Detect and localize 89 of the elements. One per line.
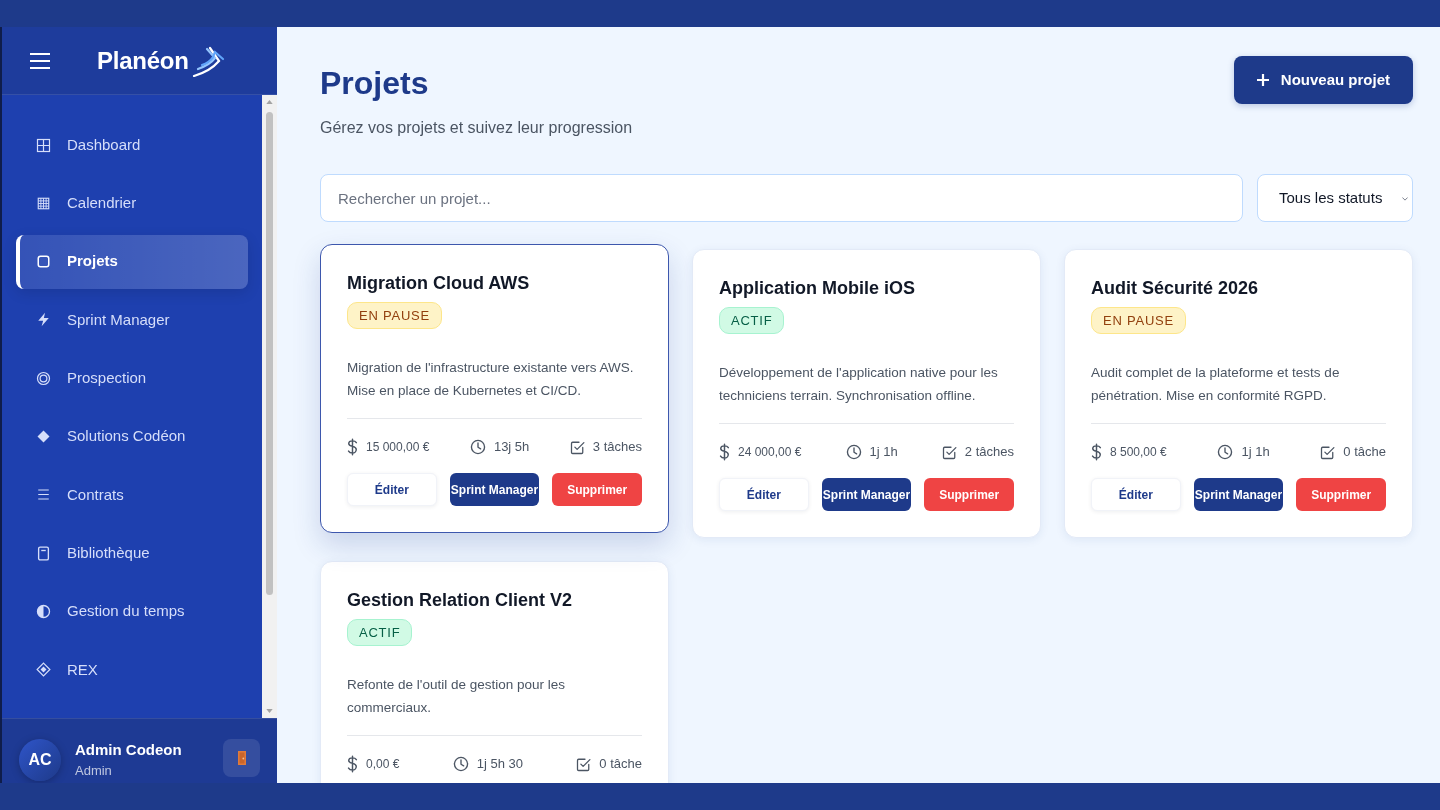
edit-button[interactable]: Éditer (1091, 478, 1181, 511)
project-card[interactable]: Gestion Relation Client V2 ACTIF Refonte de l'outil de gestion pour les commerciaux. 0,00 € 1j 5h 30 0 tâche (320, 561, 669, 783)
status-select[interactable]: Tous les statuts (1257, 174, 1413, 222)
nav-link[interactable]: Bibliothèque (16, 526, 248, 581)
dollar-icon (1091, 443, 1102, 461)
clock-icon (1217, 444, 1234, 460)
status-badge: EN PAUSE (1091, 307, 1187, 334)
checkbox-icon (941, 444, 957, 460)
status-badge: ACTIF (347, 619, 413, 646)
metric-text: 1j 5h 30 (476, 755, 523, 773)
grid-icon (36, 195, 51, 211)
lightning-icon (36, 312, 51, 328)
delete-button[interactable]: Supprimer (1296, 478, 1386, 511)
delete-button[interactable]: Supprimer (924, 478, 1014, 511)
logout-button[interactable] (223, 739, 260, 777)
nav-link[interactable]: REX (16, 642, 248, 697)
checkbox-icon (569, 439, 585, 455)
clock-icon (452, 756, 469, 772)
project-description: Développement de l'application native pour les techniciens terrain. Synchronisation offline. (719, 364, 999, 405)
nav-link[interactable]: Contrats (16, 467, 248, 522)
new-project-button[interactable]: Nouveau projet (1233, 56, 1413, 104)
project-description: Audit complet de la plateforme et tests de pénétration. Mise en conformité RGPD. (1091, 364, 1341, 405)
user-avatar: AC (19, 739, 61, 781)
dollar-icon (719, 443, 730, 461)
user-name: Admin Codeon (75, 740, 183, 760)
clock-icon (845, 444, 862, 460)
dollar-icon (347, 438, 358, 456)
edit-button[interactable]: Éditer (719, 478, 809, 511)
metric-text: 3 tâches (592, 438, 642, 456)
chevrons-icon (190, 44, 225, 77)
square-icon (36, 254, 51, 270)
metric-text: 0 tâche (599, 755, 642, 773)
project-description: Refonte de l'outil de gestion pour les commerciaux. (347, 676, 566, 717)
metric-text: 1j 1h (869, 443, 898, 461)
page-title: Projets (320, 64, 430, 103)
sprint-manager-button[interactable]: Sprint Manager (1193, 478, 1284, 511)
target-icon (36, 370, 51, 386)
list-icon (36, 487, 51, 503)
project-title: Gestion Relation Client V2 (347, 589, 574, 612)
metric-text: 2 tâches (964, 443, 1014, 461)
project-title: Application Mobile iOS (719, 277, 916, 300)
contrast-icon (36, 604, 51, 620)
clock-icon (469, 439, 486, 455)
project-card[interactable]: Migration Cloud AWS EN PAUSE Migration de l'infrastructure existante vers AWS. Mise en place de Kubernetes et CI/CD. 15 000,00 € 13j 5h 3 tâches Éditer Sprint Manager Supprimer (320, 244, 669, 533)
menu-button[interactable] (29, 50, 51, 71)
page-subtitle: Gérez vos projets et suivez leur progression (320, 118, 633, 138)
app-logo-text: Planéon (97, 48, 189, 73)
dollar-icon (347, 755, 358, 773)
squares-icon (36, 137, 51, 153)
metric-text: 24 000,00 € (738, 444, 802, 461)
metric-text: 1j 1h (1241, 443, 1270, 461)
caret-up-icon (266, 100, 273, 104)
metric-text: 0 tâche (1343, 443, 1386, 461)
sprint-manager-button[interactable]: Sprint Manager (821, 478, 912, 511)
status-badge: EN PAUSE (347, 302, 443, 329)
menu-icon (30, 52, 50, 69)
door-icon (237, 751, 246, 765)
checkbox-icon (1320, 444, 1336, 460)
nav-link[interactable]: Prospection (16, 351, 248, 406)
delete-button[interactable]: Supprimer (552, 473, 642, 506)
edit-button[interactable]: Éditer (347, 473, 437, 506)
search-field[interactable]: Rechercher un projet... (320, 174, 1243, 222)
caret-down-icon (266, 709, 273, 713)
metric-text: 13j 5h (493, 438, 530, 456)
nav-link[interactable]: Gestion du temps (16, 584, 248, 639)
project-title: Audit Sécurité 2026 (1091, 277, 1260, 300)
project-title: Migration Cloud AWS (347, 272, 531, 295)
scrollbar-thumb[interactable] (266, 112, 273, 595)
metric-text: 15 000,00 € (366, 439, 430, 456)
user-role: Admin (75, 762, 113, 780)
nav-link[interactable]: Calendrier (16, 176, 248, 231)
sprint-manager-button[interactable]: Sprint Manager (449, 473, 540, 506)
diamond-icon (36, 429, 51, 445)
nested-diamond-icon (36, 662, 51, 678)
metric-text: 8 500,00 € (1110, 444, 1167, 461)
scrollbar[interactable] (262, 95, 277, 718)
project-description: Migration de l'infrastructure existante vers AWS. Mise en place de Kubernetes et CI/CD. (347, 359, 635, 400)
nav-link[interactable]: Dashboard (16, 118, 248, 172)
nav-link[interactable]: Solutions Codéon (16, 409, 248, 464)
project-card[interactable]: Audit Sécurité 2026 EN PAUSE Audit complet de la plateforme et tests de pénétration. Mise en conformité RGPD. 8 500,00 € 1j 1h 0 tâche Éditer Sprint Manager Supprimer (1064, 249, 1413, 538)
status-badge: ACTIF (719, 307, 785, 334)
chevron-down-icon (1402, 197, 1408, 201)
metric-text: 0,00 € (366, 756, 400, 773)
plus-icon (1256, 74, 1269, 86)
project-card[interactable]: Application Mobile iOS ACTIF Développement de l'application native pour les techniciens terrain. Synchronisation offline. 24 000,00 € 1j 1h 2 tâches Éditer Sprint Manager Supprimer (692, 249, 1041, 538)
nav-link[interactable]: Projets (16, 234, 248, 289)
book-icon (36, 545, 51, 561)
checkbox-icon (576, 756, 592, 772)
nav-link[interactable]: Sprint Manager (16, 293, 248, 347)
